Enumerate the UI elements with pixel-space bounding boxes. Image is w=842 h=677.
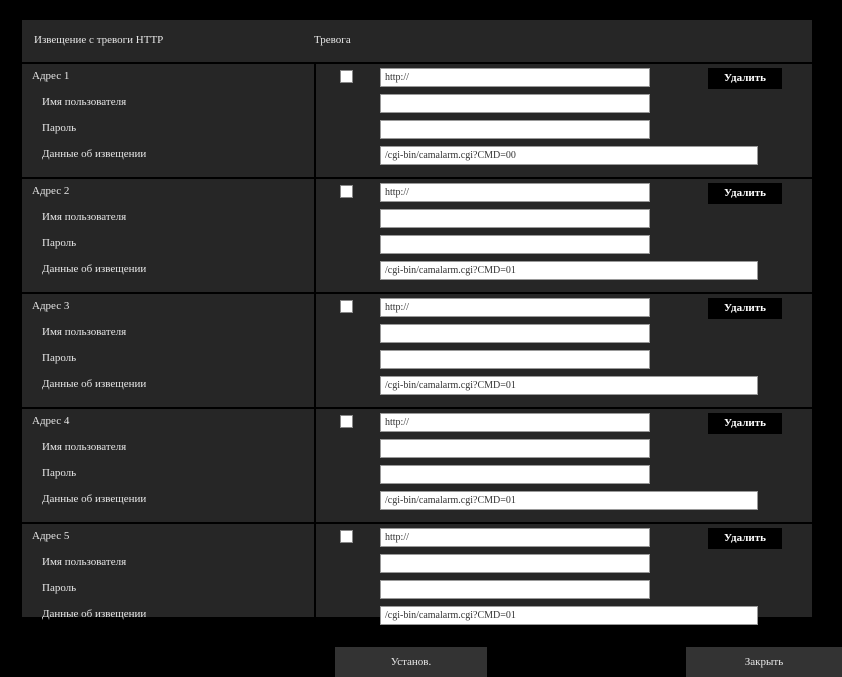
notification-data-label: Данные об извещении (42, 378, 147, 390)
delete-button[interactable]: Удалить (708, 528, 782, 549)
notification-data-input[interactable]: /cgi-bin/camalarm.cgi?CMD=00 (380, 146, 758, 165)
alarm-checkbox[interactable] (340, 185, 353, 198)
username-input[interactable] (380, 439, 650, 458)
column-divider (314, 179, 316, 292)
set-button[interactable]: Установ. (335, 647, 487, 677)
address-input[interactable]: http:// (380, 68, 650, 87)
username-label: Имя пользователя (42, 211, 127, 223)
password-input[interactable] (380, 350, 650, 369)
address-block-2: Адрес 2 Имя пользователя Пароль Данные о… (22, 179, 812, 294)
delete-button[interactable]: Удалить (708, 183, 782, 204)
column-divider (314, 294, 316, 407)
address-input[interactable]: http:// (380, 298, 650, 317)
address-label: Адрес 4 (32, 415, 70, 427)
username-input[interactable] (380, 209, 650, 228)
panel-title: Извещение с тревоги HTTP (34, 34, 164, 46)
password-label: Пароль (42, 237, 77, 249)
address-input[interactable]: http:// (380, 528, 650, 547)
address-block-3: Адрес 3 Имя пользователя Пароль Данные о… (22, 294, 812, 409)
delete-button[interactable]: Удалить (708, 413, 782, 434)
panel-header: Извещение с тревоги HTTP Тревога (22, 20, 812, 64)
delete-button[interactable]: Удалить (708, 68, 782, 89)
password-label: Пароль (42, 582, 77, 594)
address-input[interactable]: http:// (380, 183, 650, 202)
notification-data-label: Данные об извещении (42, 263, 147, 275)
address-label: Адрес 5 (32, 530, 70, 542)
password-input[interactable] (380, 235, 650, 254)
notification-data-input[interactable]: /cgi-bin/camalarm.cgi?CMD=01 (380, 606, 758, 625)
column-divider (314, 409, 316, 522)
notification-data-input[interactable]: /cgi-bin/camalarm.cgi?CMD=01 (380, 376, 758, 395)
address-label: Адрес 3 (32, 300, 70, 312)
notification-data-input[interactable]: /cgi-bin/camalarm.cgi?CMD=01 (380, 261, 758, 280)
address-label: Адрес 2 (32, 185, 70, 197)
address-block-1: Адрес 1 Имя пользователя Пароль Данные о… (22, 64, 812, 179)
address-block-4: Адрес 4 Имя пользователя Пароль Данные о… (22, 409, 812, 524)
address-input[interactable]: http:// (380, 413, 650, 432)
alarm-checkbox[interactable] (340, 300, 353, 313)
username-label: Имя пользователя (42, 326, 127, 338)
username-label: Имя пользователя (42, 441, 127, 453)
close-button[interactable]: Закрыть (686, 647, 842, 677)
column-divider (314, 64, 316, 177)
username-input[interactable] (380, 94, 650, 113)
http-alarm-panel: Извещение с тревоги HTTP Тревога Адрес 1… (22, 20, 812, 637)
address-block-5: Адрес 5 Имя пользователя Пароль Данные о… (22, 524, 812, 637)
password-input[interactable] (380, 580, 650, 599)
notification-data-label: Данные об извещении (42, 493, 147, 505)
password-input[interactable] (380, 465, 650, 484)
alarm-checkbox[interactable] (340, 530, 353, 543)
username-input[interactable] (380, 554, 650, 573)
trigger-column-header: Тревога (314, 34, 351, 46)
username-label: Имя пользователя (42, 556, 127, 568)
notification-data-label: Данные об извещении (42, 148, 147, 160)
notification-data-label: Данные об извещении (42, 608, 147, 620)
password-label: Пароль (42, 467, 77, 479)
delete-button[interactable]: Удалить (708, 298, 782, 319)
password-label: Пароль (42, 352, 77, 364)
username-input[interactable] (380, 324, 650, 343)
column-divider (314, 524, 316, 637)
alarm-checkbox[interactable] (340, 70, 353, 83)
username-label: Имя пользователя (42, 96, 127, 108)
password-label: Пароль (42, 122, 77, 134)
address-label: Адрес 1 (32, 70, 70, 82)
password-input[interactable] (380, 120, 650, 139)
notification-data-input[interactable]: /cgi-bin/camalarm.cgi?CMD=01 (380, 491, 758, 510)
alarm-checkbox[interactable] (340, 415, 353, 428)
